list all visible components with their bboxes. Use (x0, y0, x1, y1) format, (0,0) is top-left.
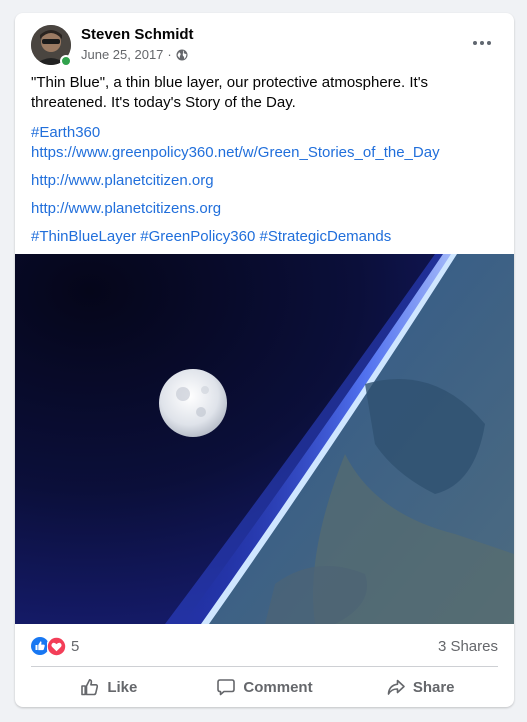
comment-icon (217, 679, 236, 696)
post-photo[interactable] (15, 254, 514, 624)
like-button[interactable]: Like (31, 669, 187, 705)
planetcitizens-link[interactable]: http://www.planetcitizens.org (31, 200, 221, 217)
reactions-row: 5 3 Shares (31, 635, 498, 657)
action-bar: Like Comment Share (31, 669, 498, 705)
post-header: Steven Schmidt June 25, 2017 · (15, 13, 514, 73)
love-icon (47, 637, 66, 656)
reaction-count: 5 (71, 637, 80, 655)
comment-button[interactable]: Comment (187, 669, 343, 705)
globe-icon (176, 49, 188, 60)
post-meta: June 25, 2017 · (81, 47, 188, 62)
online-status-dot (60, 55, 72, 67)
reaction-icons (31, 636, 67, 656)
author-name[interactable]: Steven Schmidt (81, 26, 194, 43)
planetcitizen-link[interactable]: http://www.planetcitizen.org (31, 172, 214, 189)
post-paragraph: "Thin Blue", a thin blue layer, our prot… (31, 74, 429, 111)
more-dot-icon (473, 41, 477, 45)
divider (31, 666, 498, 667)
reactions-summary[interactable]: 5 (31, 636, 79, 656)
hashtags-link[interactable]: #ThinBlueLayer #GreenPolicy360 #Strategi… (31, 228, 391, 245)
share-button[interactable]: Share (342, 669, 498, 705)
share-label: Share (412, 678, 455, 696)
greenpolicy-link[interactable]: https://www.greenpolicy360.net/w/Green_S… (31, 144, 440, 161)
more-dot-icon (480, 41, 484, 45)
more-options-button[interactable] (464, 31, 500, 55)
thumbs-up-icon (81, 679, 99, 696)
shares-count[interactable]: 3 Shares (438, 638, 498, 655)
post-date[interactable]: June 25, 2017 (81, 47, 163, 62)
more-dot-icon (487, 41, 491, 45)
meta-separator: · (167, 47, 172, 62)
share-arrow-icon (387, 679, 405, 695)
post-paragraph-links: #Earth360 https://www.greenpolicy360.net… (31, 123, 501, 163)
like-label: Like (107, 678, 138, 696)
post-card: Steven Schmidt June 25, 2017 · "Thin Blu… (15, 13, 514, 707)
post-text: "Thin Blue", a thin blue layer, our prot… (31, 73, 501, 253)
comment-label: Comment (243, 678, 313, 696)
hashtag-link[interactable]: #Earth360 (31, 124, 100, 141)
